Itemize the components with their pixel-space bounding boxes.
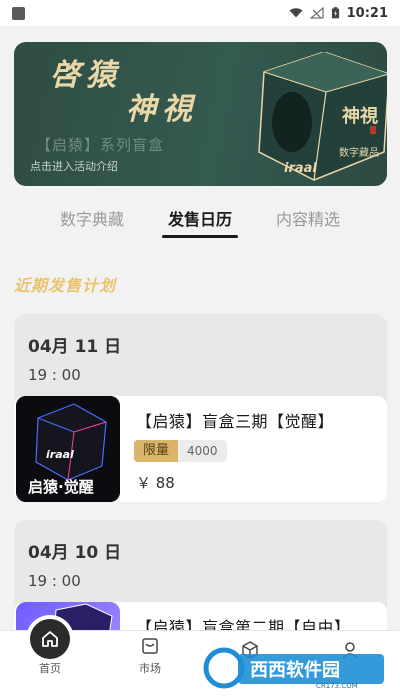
wifi-icon	[289, 8, 303, 18]
signal-icon	[309, 7, 324, 19]
watermark-url: CR173.COM	[316, 682, 358, 690]
limit-badge: 限量 4000	[134, 440, 227, 462]
limit-label: 限量	[134, 440, 179, 462]
main-content[interactable]: 啓猿 神視 【启猿】系列盲盒 点击进入活动介绍 神視 数字藏品 iraal 数字…	[0, 26, 400, 630]
status-icons: 10:21	[289, 6, 388, 21]
site-watermark-logo: 西西软件园 CR173.COM	[203, 647, 384, 690]
status-bar: 10:21	[0, 0, 400, 26]
release-date: 04月 11 日	[28, 337, 122, 357]
item-thumbnail: iraal 启猿·觉醒	[16, 396, 120, 502]
category-tabs: 数字典藏 发售日历 内容精选	[0, 204, 400, 244]
item-title: 【启猿】盲盒第二期【自由】	[136, 618, 351, 630]
release-time: 19 : 00	[28, 366, 81, 384]
tab-featured-content[interactable]: 内容精选	[276, 204, 340, 244]
nav-market[interactable]: 市场	[100, 631, 200, 700]
nav-home[interactable]: 首页	[0, 619, 100, 700]
tab-release-calendar[interactable]: 发售日历	[161, 204, 239, 244]
section-title: 近期发售计划	[14, 276, 117, 295]
limit-count: 4000	[178, 440, 227, 462]
schedule-card: 04月 10 日 19 : 00 【启猿】盲盒第二期【自由】	[14, 520, 387, 630]
banner-hint: 点击进入活动介绍	[30, 160, 118, 173]
home-icon	[30, 619, 70, 659]
notification-icon	[12, 6, 25, 20]
battery-icon	[331, 7, 339, 19]
item-thumbnail	[16, 602, 120, 630]
thumb-text: 启猿·觉醒	[28, 478, 94, 496]
thumb-brand: iraal	[46, 448, 74, 461]
banner-title-line2: 神視	[126, 92, 198, 127]
clock: 10:21	[346, 5, 388, 21]
watermark-text: 西西软件园	[250, 659, 340, 681]
cube-text-2: 数字藏品	[339, 146, 379, 159]
schedule-card: 04月 11 日 19 : 00 iraal 启猿·觉醒 【启猿】盲盒三期【觉醒…	[14, 314, 387, 502]
cube-brand: iraal	[284, 161, 317, 176]
promo-banner[interactable]: 啓猿 神視 【启猿】系列盲盒 点击进入活动介绍 神視 数字藏品 iraal	[14, 42, 387, 186]
banner-cube-image: 神視 数字藏品 iraal	[258, 52, 387, 181]
nav-home-label: 首页	[39, 662, 61, 675]
tab-digital-collection[interactable]: 数字典藏	[60, 204, 124, 244]
item-title: 【启猿】盲盒三期【觉醒】	[136, 412, 335, 431]
item-price: ￥ 88	[136, 474, 175, 492]
market-icon	[142, 638, 158, 654]
release-time: 19 : 00	[28, 572, 81, 590]
banner-subtitle: 【启猿】系列盲盒	[36, 136, 165, 154]
cube-text-1: 神視	[342, 105, 378, 127]
release-date: 04月 10 日	[28, 543, 122, 563]
nav-market-label: 市场	[139, 662, 161, 675]
banner-title-line1: 啓猿	[50, 58, 122, 93]
release-item[interactable]: iraal 启猿·觉醒 【启猿】盲盒三期【觉醒】 限量 4000 ￥ 88	[14, 396, 387, 502]
release-item[interactable]: 【启猿】盲盒第二期【自由】	[14, 602, 387, 630]
